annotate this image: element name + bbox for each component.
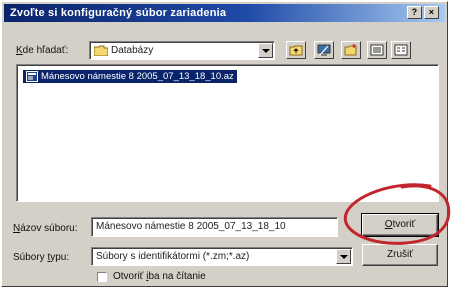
new-folder-button[interactable]: [341, 41, 361, 59]
read-only-checkbox[interactable]: [97, 272, 107, 282]
look-in-label: Kde hľadať:: [16, 45, 69, 56]
look-in-combo[interactable]: Databázy: [89, 41, 275, 60]
read-only-label: Otvoriť iba na čítanie: [113, 271, 206, 282]
title-bar[interactable]: Zvoľte si konfiguračný súbor zariadenia …: [4, 4, 445, 22]
close-button[interactable]: ×: [424, 6, 439, 19]
list-view-button[interactable]: [367, 41, 387, 59]
up-folder-icon: [289, 45, 303, 56]
details-view-icon: [394, 44, 408, 56]
look-in-value: Databázy: [111, 45, 154, 56]
file-type-value: Súbory s identifikátormi (*.zm;*.az): [96, 251, 250, 262]
cancel-button[interactable]: Zrušiť: [362, 244, 438, 266]
file-list[interactable]: Mánesovo námestie 8 2005_07_13_18_10.az: [16, 64, 439, 202]
file-name: Mánesovo námestie 8 2005_07_13_18_10.az: [41, 71, 234, 82]
open-button[interactable]: Otvoriť: [361, 213, 439, 237]
desktop-button[interactable]: [314, 41, 334, 59]
folder-icon: [94, 45, 108, 56]
file-type-dropdown-button[interactable]: [336, 249, 351, 264]
look-in-dropdown-button[interactable]: [258, 43, 273, 58]
file-name-input[interactable]: Mánesovo námestie 8 2005_07_13_18_10: [91, 217, 338, 237]
open-file-dialog: Zvoľte si konfiguračný súbor zariadenia …: [1, 1, 448, 287]
dialog-title: Zvoľte si konfiguračný súbor zariadenia: [10, 7, 227, 19]
file-list-item[interactable]: Mánesovo námestie 8 2005_07_13_18_10.az: [23, 70, 237, 83]
file-type-select[interactable]: Súbory s identifikátormi (*.zm;*.az): [91, 247, 353, 266]
help-button[interactable]: ?: [407, 6, 422, 19]
file-name-value: Mánesovo námestie 8 2005_07_13_18_10: [96, 221, 286, 232]
desktop-icon: [317, 44, 331, 56]
new-folder-icon: [344, 44, 357, 56]
file-name-label: Názov súboru:: [13, 223, 78, 234]
file-type-label: Súbory typu:: [13, 252, 70, 263]
list-view-icon: [370, 44, 384, 56]
up-folder-button[interactable]: [286, 41, 306, 59]
details-view-button[interactable]: [391, 41, 411, 59]
file-icon: [26, 71, 38, 82]
